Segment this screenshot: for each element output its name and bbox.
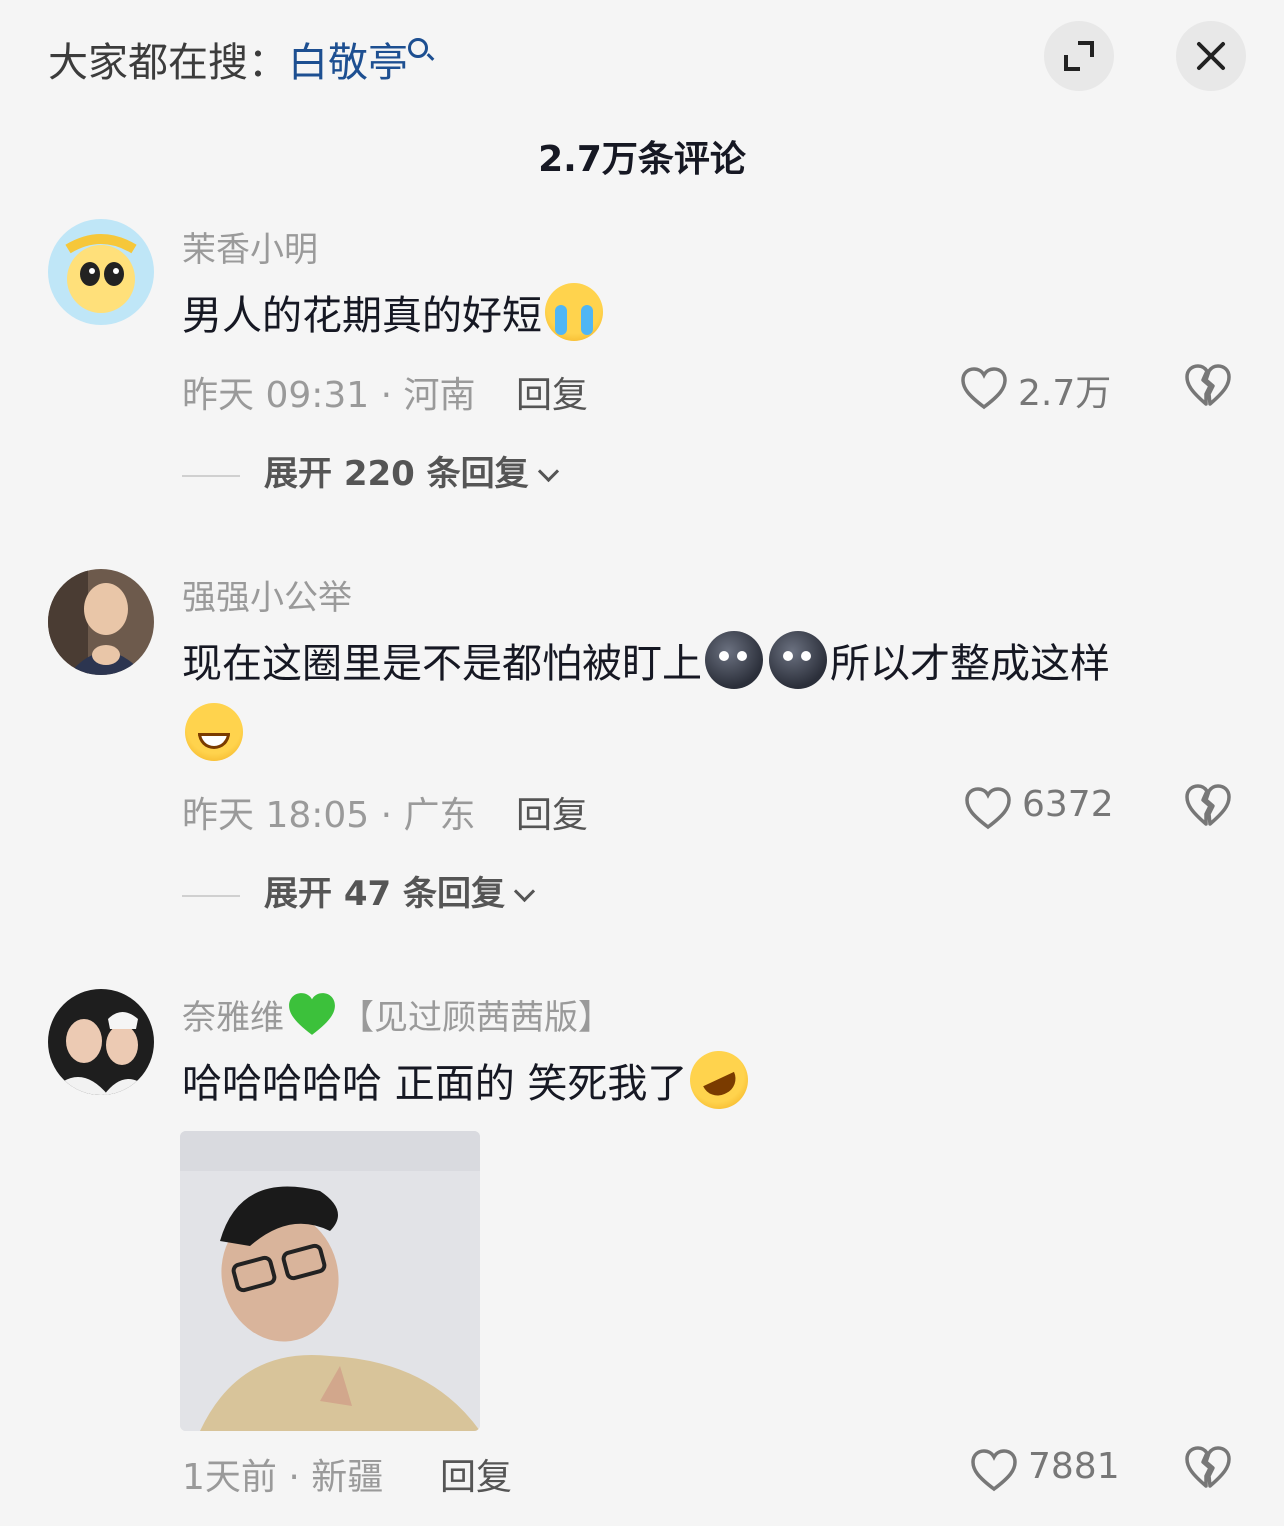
expand-button[interactable] xyxy=(1044,21,1114,91)
dislike-button[interactable] xyxy=(1184,782,1234,832)
chevron-down-icon xyxy=(537,460,559,483)
heart-icon xyxy=(961,367,1007,410)
expand-icon xyxy=(1064,41,1094,71)
dislike-button[interactable] xyxy=(1184,362,1234,412)
like-count: 7881 xyxy=(1028,1446,1120,1487)
search-keyword[interactable]: 白敬亭 xyxy=(288,40,408,86)
avatar[interactable] xyxy=(48,569,154,675)
comment-text: 男人的花期真的好短 xyxy=(182,280,1222,352)
close-button[interactable] xyxy=(1176,21,1246,91)
search-icon xyxy=(408,38,428,58)
reply-button[interactable]: 回复 xyxy=(516,366,588,418)
heart-icon xyxy=(971,1449,1017,1492)
comment-image[interactable] xyxy=(180,1131,480,1431)
close-icon xyxy=(1192,37,1230,75)
time-location: 昨天 09:31 · 河南 xyxy=(182,375,476,416)
avatar[interactable] xyxy=(48,989,154,1095)
dislike-button[interactable] xyxy=(1184,1444,1234,1494)
broken-heart-icon xyxy=(1185,784,1231,826)
top-bar: 大家都在搜：白敬亭 xyxy=(0,0,1284,120)
user-badge: 【见过顾茜茜版】 xyxy=(340,998,612,1038)
trending-search-hint[interactable]: 大家都在搜：白敬亭 xyxy=(48,30,428,88)
expand-replies-button[interactable]: 展开 220 条回复 xyxy=(182,446,559,495)
new-moon-face-icon xyxy=(769,631,827,689)
reply-button[interactable]: 回复 xyxy=(440,1448,512,1500)
username[interactable]: 茉香小明 xyxy=(182,222,318,271)
comment-text: 哈哈哈哈哈 正面的 笑死我了 xyxy=(182,1041,1222,1120)
username[interactable]: 强强小公举 xyxy=(182,570,352,619)
heart-icon xyxy=(965,787,1011,830)
username[interactable]: 奈雅维 【见过顾茜茜版】 xyxy=(182,990,612,1039)
comment-count-title: 2.7万条评论 xyxy=(538,139,746,180)
green-heart-icon xyxy=(287,991,337,1037)
like-count: 2.7万 xyxy=(1018,373,1112,414)
rolling-on-floor-laughing-icon xyxy=(680,1041,758,1119)
time-location: 昨天 18:05 · 广东 xyxy=(182,795,476,836)
grinning-face-icon xyxy=(185,703,243,761)
comment-text: 现在这圈里是不是都怕被盯上 所以才整成这样 xyxy=(182,628,1222,772)
search-prefix: 大家都在搜： xyxy=(48,40,288,86)
chevron-down-icon xyxy=(513,880,536,903)
divider-line xyxy=(182,894,240,897)
loudly-crying-face-icon xyxy=(545,283,603,341)
broken-heart-icon xyxy=(1185,1446,1231,1488)
like-count: 6372 xyxy=(1022,784,1114,825)
new-moon-face-icon xyxy=(705,631,763,689)
broken-heart-icon xyxy=(1185,364,1231,406)
reply-button[interactable]: 回复 xyxy=(516,786,588,838)
avatar[interactable] xyxy=(48,219,154,325)
expand-replies-button[interactable]: 展开 47 条回复 xyxy=(182,866,536,915)
time-location: 1天前 · 新疆 xyxy=(182,1457,384,1498)
divider-line xyxy=(182,474,240,477)
